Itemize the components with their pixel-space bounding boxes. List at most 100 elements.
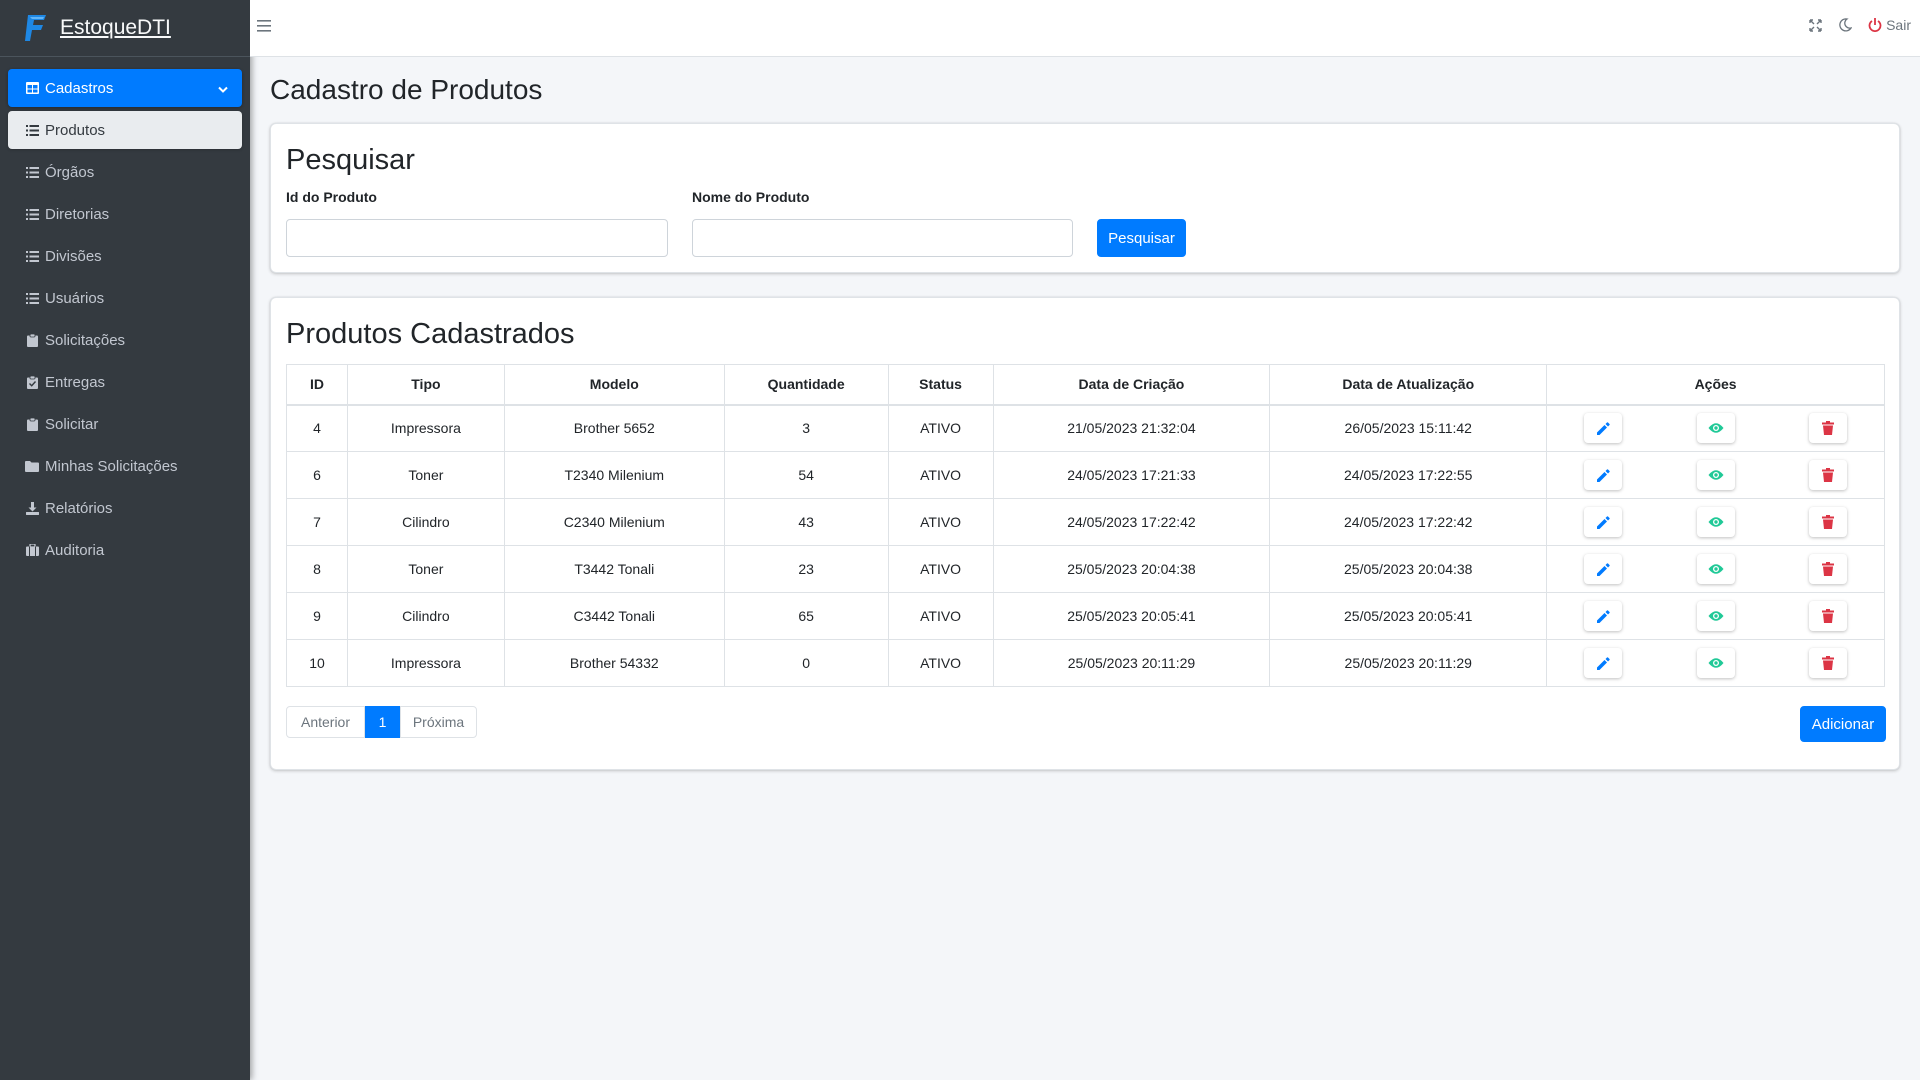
column-header-data-atualizacao[interactable]: Data de Atualização bbox=[1269, 364, 1548, 406]
hamburger-menu-icon[interactable] bbox=[257, 19, 271, 33]
view-button[interactable] bbox=[1696, 554, 1735, 584]
edit-button[interactable] bbox=[1584, 460, 1623, 490]
pagination-page-1[interactable]: 1 bbox=[365, 706, 400, 738]
sidebar-item-label: Usuários bbox=[45, 289, 105, 307]
sidebar-item-label: Divisões bbox=[45, 247, 102, 265]
search-button[interactable]: Pesquisar bbox=[1097, 219, 1186, 257]
column-header-id[interactable]: ID bbox=[286, 364, 348, 406]
cell-tipo: Toner bbox=[346, 451, 505, 499]
products-card: Produtos Cadastrados ID Tipo Modelo Quan… bbox=[270, 297, 1900, 770]
sidebar-item-label: Órgãos bbox=[45, 163, 95, 181]
cell-modelo: C3442 Tonali bbox=[503, 592, 725, 640]
eye-icon bbox=[1708, 422, 1724, 434]
edit-button[interactable] bbox=[1584, 648, 1623, 678]
delete-button[interactable] bbox=[1808, 507, 1847, 537]
cell-acoes bbox=[1546, 592, 1885, 640]
sidebar-nav: Cadastros Produtos Órgãos Diretorias Div… bbox=[0, 57, 250, 569]
sidebar-item-entregas[interactable]: Entregas bbox=[8, 363, 242, 401]
cell-quantidade: 65 bbox=[723, 592, 889, 640]
table-row: 10 Impressora Brother 54332 0 ATIVO 25/05/202… bbox=[286, 639, 1885, 687]
delete-button[interactable] bbox=[1808, 554, 1847, 584]
sidebar-item-minhas-solicitacoes[interactable]: Minhas Solicitações bbox=[8, 447, 242, 485]
cell-quantidade: 0 bbox=[723, 639, 889, 687]
sidebar-item-auditoria[interactable]: Auditoria bbox=[8, 531, 242, 569]
product-id-input[interactable] bbox=[286, 219, 668, 257]
dark-mode-moon-icon[interactable] bbox=[1837, 17, 1853, 33]
main-content: Cadastro de Produtos Pesquisar Id do Pro… bbox=[270, 57, 1900, 770]
pencil-icon bbox=[1596, 515, 1611, 530]
pagination-previous-button[interactable]: Anterior bbox=[286, 706, 365, 738]
row-actions bbox=[1547, 554, 1884, 584]
logout-button[interactable]: Sair bbox=[1867, 17, 1911, 33]
cell-acoes bbox=[1546, 545, 1885, 593]
pencil-icon bbox=[1596, 468, 1611, 483]
list-icon bbox=[25, 291, 39, 305]
product-name-input[interactable] bbox=[692, 219, 1073, 257]
sidebar-item-produtos[interactable]: Produtos bbox=[8, 111, 242, 149]
trash-icon bbox=[1821, 609, 1834, 623]
table-row: 6 Toner T2340 Milenium 54 ATIVO 24/05/2023 17… bbox=[286, 451, 1885, 499]
delete-button[interactable] bbox=[1808, 460, 1847, 490]
cell-data-atualizacao: 26/05/2023 15:11:42 bbox=[1269, 404, 1548, 452]
sidebar-item-solicitar[interactable]: Solicitar bbox=[8, 405, 242, 443]
pagination-next-button[interactable]: Próxima bbox=[400, 706, 477, 738]
cell-status: ATIVO bbox=[887, 404, 994, 452]
column-header-modelo[interactable]: Modelo bbox=[503, 364, 725, 406]
edit-button[interactable] bbox=[1584, 601, 1623, 631]
brand[interactable]: EstoqueDTI bbox=[0, 0, 250, 57]
sidebar-item-relatorios[interactable]: Relatórios bbox=[8, 489, 242, 527]
edit-button[interactable] bbox=[1584, 554, 1623, 584]
cell-tipo: Cilindro bbox=[346, 498, 505, 546]
column-header-tipo[interactable]: Tipo bbox=[346, 364, 505, 406]
cell-modelo: Brother 54332 bbox=[503, 639, 725, 687]
cell-id: 6 bbox=[286, 451, 348, 499]
delete-button[interactable] bbox=[1808, 648, 1847, 678]
add-product-button[interactable]: Adicionar bbox=[1800, 706, 1886, 742]
sidebar-item-divisoes[interactable]: Divisões bbox=[8, 237, 242, 275]
sidebar-item-orgaos[interactable]: Órgãos bbox=[8, 153, 242, 191]
sidebar-item-label: Minhas Solicitações bbox=[45, 457, 178, 475]
cell-data-criacao: 24/05/2023 17:22:42 bbox=[992, 498, 1271, 546]
cell-tipo: Toner bbox=[346, 545, 505, 593]
view-button[interactable] bbox=[1696, 413, 1735, 444]
sidebar-item-label: Solicitar bbox=[45, 415, 99, 433]
eye-icon bbox=[1708, 610, 1724, 622]
sidebar-item-solicitacoes[interactable]: Solicitações bbox=[8, 321, 242, 359]
column-header-status[interactable]: Status bbox=[887, 364, 994, 406]
delete-button[interactable] bbox=[1808, 601, 1847, 631]
cell-data-atualizacao: 24/05/2023 17:22:42 bbox=[1269, 498, 1548, 546]
cell-acoes bbox=[1546, 498, 1885, 546]
sidebar-item-cadastros[interactable]: Cadastros bbox=[8, 69, 242, 107]
brand-name[interactable]: EstoqueDTI bbox=[60, 16, 171, 40]
view-button[interactable] bbox=[1696, 460, 1735, 490]
fullscreen-icon[interactable] bbox=[1807, 17, 1823, 33]
column-header-data-criacao[interactable]: Data de Criação bbox=[992, 364, 1271, 406]
list-icon bbox=[25, 207, 39, 221]
delete-button[interactable] bbox=[1808, 413, 1847, 444]
sidebar-item-usuarios[interactable]: Usuários bbox=[8, 279, 242, 317]
sidebar-item-label: Solicitações bbox=[45, 331, 126, 349]
pencil-icon bbox=[1596, 421, 1611, 436]
row-actions bbox=[1547, 460, 1884, 490]
cell-data-criacao: 25/05/2023 20:04:38 bbox=[992, 545, 1271, 593]
eye-icon bbox=[1708, 563, 1724, 575]
edit-button[interactable] bbox=[1584, 507, 1623, 537]
clipboard-check-icon bbox=[25, 375, 39, 389]
edit-button[interactable] bbox=[1584, 413, 1623, 444]
view-button[interactable] bbox=[1696, 648, 1735, 678]
pencil-icon bbox=[1596, 609, 1611, 624]
sidebar-item-label: Produtos bbox=[45, 121, 106, 139]
cell-acoes bbox=[1546, 404, 1885, 452]
trash-icon bbox=[1821, 468, 1834, 482]
page-title: Cadastro de Produtos bbox=[270, 74, 543, 105]
cell-id: 8 bbox=[286, 545, 348, 593]
sidebar-item-diretorias[interactable]: Diretorias bbox=[8, 195, 242, 233]
column-header-quantidade[interactable]: Quantidade bbox=[723, 364, 889, 406]
cell-status: ATIVO bbox=[887, 639, 994, 687]
search-card: Pesquisar Id do Produto Nome do Produto … bbox=[270, 123, 1900, 273]
cell-data-criacao: 21/05/2023 21:32:04 bbox=[992, 404, 1271, 452]
pagination: Anterior 1 Próxima bbox=[286, 706, 477, 738]
cell-data-atualizacao: 24/05/2023 17:22:55 bbox=[1269, 451, 1548, 499]
view-button[interactable] bbox=[1696, 601, 1735, 631]
view-button[interactable] bbox=[1696, 507, 1735, 537]
